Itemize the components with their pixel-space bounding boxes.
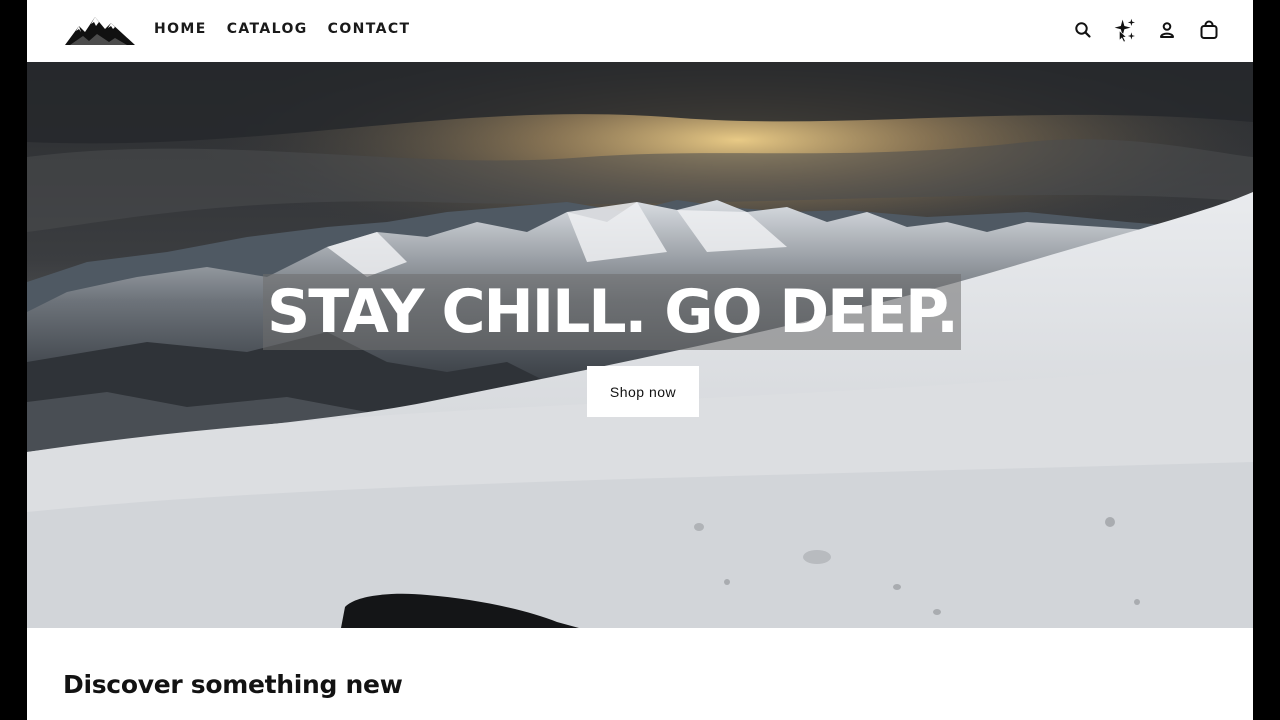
sparkles-icon[interactable] xyxy=(1113,16,1137,44)
nav-catalog[interactable]: CATALOG xyxy=(227,21,308,37)
header-icons xyxy=(1071,16,1221,44)
nav-home[interactable]: HOME xyxy=(154,21,207,37)
shop-now-button[interactable]: Shop now xyxy=(587,366,699,417)
account-icon[interactable] xyxy=(1155,16,1179,44)
main-nav: HOME CATALOG CONTACT xyxy=(154,21,410,37)
hero-banner: STAY CHILL. GO DEEP. Shop now xyxy=(27,62,1253,628)
hero-title: STAY CHILL. GO DEEP. xyxy=(263,274,961,350)
section-heading: Discover something new xyxy=(63,670,403,699)
storefront-page: HOME CATALOG CONTACT STAY CHILL. GO DEEP… xyxy=(27,0,1253,720)
cart-icon[interactable] xyxy=(1197,16,1221,44)
mountain-logo-icon[interactable] xyxy=(65,14,135,46)
site-header: HOME CATALOG CONTACT xyxy=(27,0,1253,62)
nav-contact[interactable]: CONTACT xyxy=(328,21,411,37)
search-icon[interactable] xyxy=(1071,16,1095,44)
